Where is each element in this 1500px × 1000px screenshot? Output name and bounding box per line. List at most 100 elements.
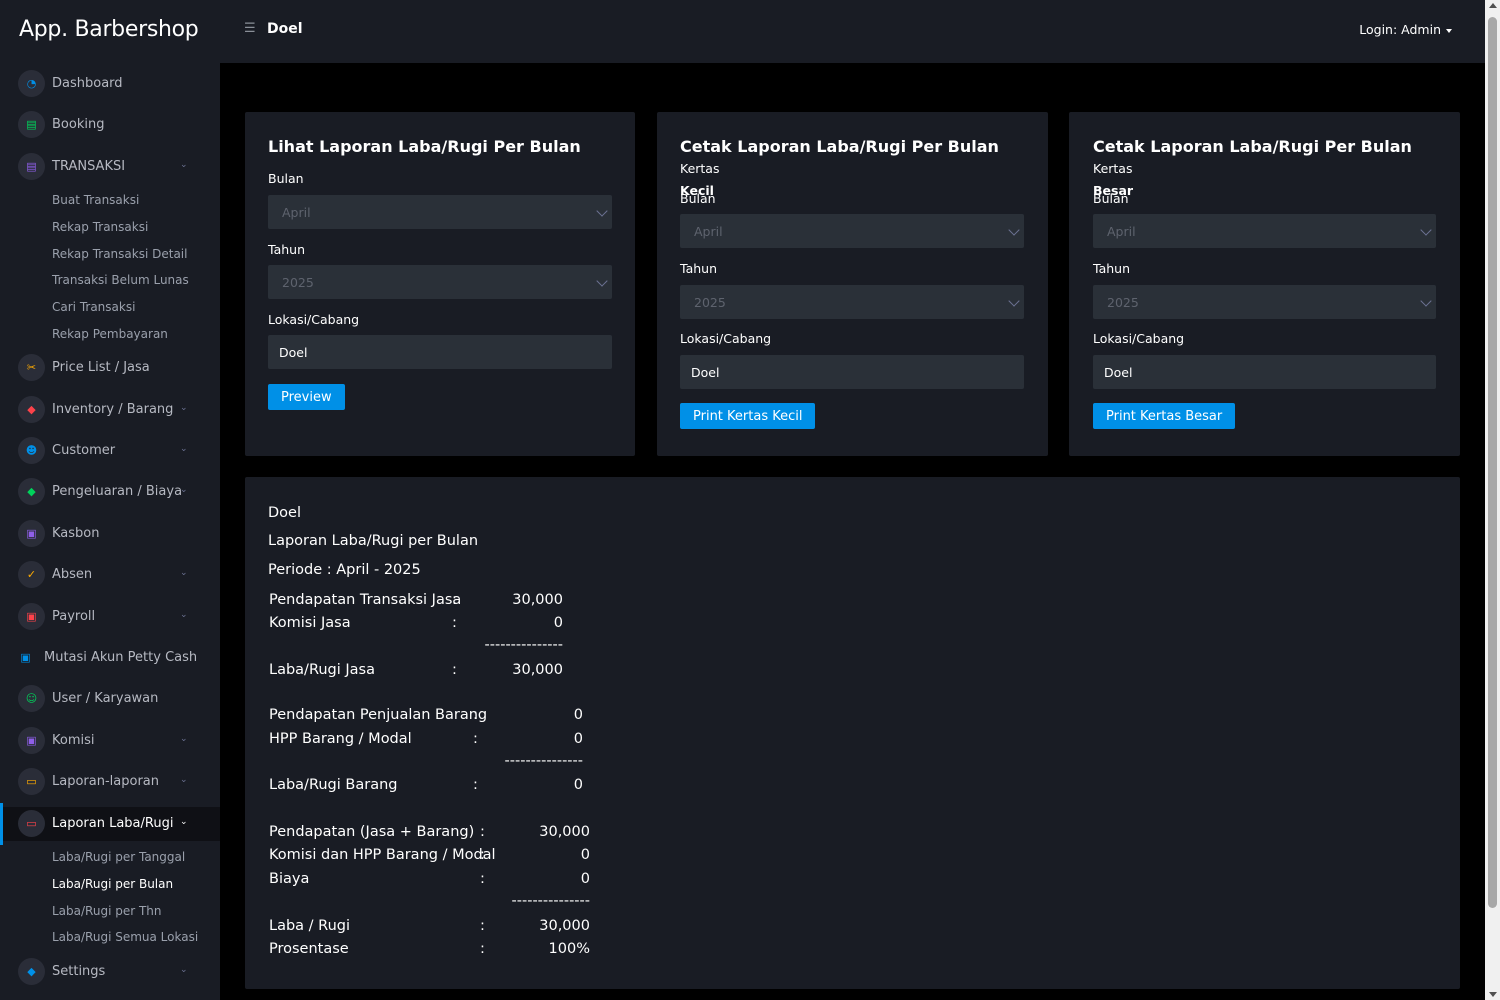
sidebar-item-settings[interactable]: ◆ Settings ⌄ xyxy=(0,955,220,989)
sidebar-subitem[interactable]: Transaksi Belum Lunas xyxy=(52,273,189,287)
top-navbar: App. Barbershop ☰ Doel Login: Admin xyxy=(0,0,1485,63)
chevron-down-icon xyxy=(596,205,608,217)
sidebar-item-payroll[interactable]: ▣ Payroll ⌄ xyxy=(0,600,220,634)
sidebar-item-absen[interactable]: ✓ Absen ⌄ xyxy=(0,558,220,592)
cash-icon: ▣ xyxy=(18,520,45,547)
sidebar-subitem[interactable]: Laba/Rugi per Bulan xyxy=(52,877,173,891)
sidebar-item-dashboard[interactable]: ◔ Dashboard xyxy=(0,67,220,101)
report-row-label: HPP Barang / Modal xyxy=(269,731,412,747)
chevron-down-icon xyxy=(596,275,608,287)
login-dropdown[interactable]: Login: Admin xyxy=(1359,22,1452,37)
report-row-value: 100% xyxy=(548,941,590,957)
report-period: Periode : April - 2025 xyxy=(268,562,421,578)
sidebar-item-label: Pengeluaran / Biaya xyxy=(52,484,183,499)
report-row-value: --------------- xyxy=(511,893,590,909)
bulan-select[interactable]: April xyxy=(1093,214,1436,248)
sidebar-item-kasbon[interactable]: ▣ Kasbon xyxy=(0,517,220,551)
report-row-value: 0 xyxy=(580,847,590,863)
sidebar-item-label: Settings xyxy=(52,964,106,979)
bulan-label: Bulan xyxy=(1093,191,1129,206)
report-row-sep: : xyxy=(452,615,457,631)
lokasi-input[interactable]: Doel xyxy=(1093,355,1436,389)
preview-button[interactable]: Preview xyxy=(268,384,345,410)
laptop-icon: ▭ xyxy=(18,768,45,795)
chevron-down-icon: ⌄ xyxy=(180,403,188,413)
report-row-value: 0 xyxy=(573,777,583,793)
shield-icon: ◆ xyxy=(18,396,45,423)
sidebar-subitem[interactable]: Rekap Transaksi Detail xyxy=(52,247,187,261)
sidebar-item-label: Laporan-laporan xyxy=(52,774,159,789)
sidebar-item-laporan-laporan[interactable]: ▭ Laporan-laporan ⌄ xyxy=(0,765,220,799)
sidebar-item-label: Kasbon xyxy=(52,526,100,541)
sidebar-subitem[interactable]: Laba/Rugi per Tanggal xyxy=(52,850,185,864)
sidebar-item-label: User / Karyawan xyxy=(52,691,159,706)
scissors-icon: ✂ xyxy=(18,354,45,381)
chevron-down-icon xyxy=(1008,224,1020,236)
app-title[interactable]: App. Barbershop xyxy=(19,17,199,42)
sidebar-item-booking[interactable]: ▤ Booking xyxy=(0,108,220,142)
sidebar-item-customer[interactable]: ☻ Customer ⌄ xyxy=(0,434,220,468)
report-row-label: Laba/Rugi Barang xyxy=(269,777,398,793)
report-row-label: Komisi dan HPP Barang / Modal xyxy=(269,847,496,863)
tahun-select[interactable]: 2025 xyxy=(1093,285,1436,319)
tahun-label: Tahun xyxy=(268,242,305,257)
sidebar-subitem[interactable]: Laba/Rugi Semua Lokasi xyxy=(52,930,198,944)
bulan-select[interactable]: April xyxy=(268,195,612,229)
lokasi-input[interactable]: Doel xyxy=(680,355,1024,389)
scroll-down-icon[interactable] xyxy=(1489,992,1497,997)
login-label: Login: Admin xyxy=(1359,22,1441,37)
sidebar-subitem[interactable]: Cari Transaksi xyxy=(52,300,135,314)
check-icon: ✓ xyxy=(18,561,45,588)
sidebar-item-label: Inventory / Barang xyxy=(52,402,174,417)
hamburger-icon[interactable]: ☰ xyxy=(244,21,256,36)
tahun-label: Tahun xyxy=(1093,261,1130,276)
tahun-select[interactable]: 2025 xyxy=(268,265,612,299)
report-row-value: 30,000 xyxy=(512,592,563,608)
sidebar-item-transaksi[interactable]: ▤ TRANSAKSI ⌄ xyxy=(0,150,220,184)
report-card: Doel Laporan Laba/Rugi per Bulan Periode :… xyxy=(245,477,1460,989)
sidebar-item-inventory-barang[interactable]: ◆ Inventory / Barang ⌄ xyxy=(0,393,220,427)
sidebar-item-laporan-laba-rugi[interactable]: ▭ Laporan Laba/Rugi ⌄ xyxy=(0,803,220,845)
report-row-sep: : xyxy=(480,871,485,887)
bulan-label: Bulan xyxy=(680,191,716,206)
scroll-up-icon[interactable] xyxy=(1489,3,1497,8)
report-row-sep: : xyxy=(473,707,478,723)
chevron-down-icon: ⌄ xyxy=(180,775,188,785)
cash-icon: ▣ xyxy=(18,727,45,754)
lokasi-label: Lokasi/Cabang xyxy=(268,312,360,327)
card-preview: Lihat Laporan Laba/Rugi Per Bulan Bulan … xyxy=(245,112,635,456)
report-row-label: Biaya xyxy=(269,871,310,887)
report-title: Laporan Laba/Rugi per Bulan xyxy=(268,533,479,549)
print-large-button[interactable]: Print Kertas Besar xyxy=(1093,403,1236,429)
note-icon: ▤ xyxy=(18,111,45,138)
chevron-down-icon xyxy=(1008,295,1020,307)
chevron-down-icon xyxy=(1420,224,1432,236)
chevron-down-icon: ⌄ xyxy=(180,444,188,454)
page-title: Doel xyxy=(267,21,303,37)
report-row-sep: : xyxy=(480,847,485,863)
tahun-select[interactable]: 2025 xyxy=(680,285,1024,319)
bulan-select[interactable]: April xyxy=(680,214,1024,248)
scrollbar-thumb[interactable] xyxy=(1488,17,1497,908)
sidebar-item-price-list-jasa[interactable]: ✂ Price List / Jasa xyxy=(0,351,220,385)
doc-icon: ▤ xyxy=(18,153,45,180)
sidebar-item-pengeluaran-biaya[interactable]: ◆ Pengeluaran / Biaya ⌄ xyxy=(0,475,220,509)
print-small-button[interactable]: Print Kertas Kecil xyxy=(680,403,816,429)
chevron-down-icon: ⌄ xyxy=(180,568,188,578)
sidebar-item-label: Mutasi Akun Petty Cash xyxy=(44,650,198,665)
lokasi-input[interactable]: Doel xyxy=(268,335,612,369)
sidebar-item-label: TRANSAKSI xyxy=(52,159,126,174)
sidebar-item-komisi[interactable]: ▣ Komisi ⌄ xyxy=(0,724,220,758)
report-row-sep: : xyxy=(480,941,485,957)
sidebar-subitem[interactable]: Buat Transaksi xyxy=(52,193,139,207)
user-icon: ☺ xyxy=(18,685,45,712)
report-row-sep: : xyxy=(480,918,485,934)
sidebar-item-user-karyawan[interactable]: ☺ User / Karyawan xyxy=(0,682,220,716)
sidebar-subitem[interactable]: Laba/Rugi per Thn xyxy=(52,904,162,918)
lokasi-label: Lokasi/Cabang xyxy=(1093,331,1185,346)
sidebar-subitem[interactable]: Rekap Transaksi xyxy=(52,220,148,234)
page-scrollbar[interactable] xyxy=(1485,0,1500,1000)
sidebar-subitem[interactable]: Rekap Pembayaran xyxy=(52,327,168,341)
report-row-value: 0 xyxy=(573,707,583,723)
sidebar-item-mutasi-akun-petty-cash[interactable]: ▣ Mutasi Akun Petty Cash xyxy=(0,641,220,675)
